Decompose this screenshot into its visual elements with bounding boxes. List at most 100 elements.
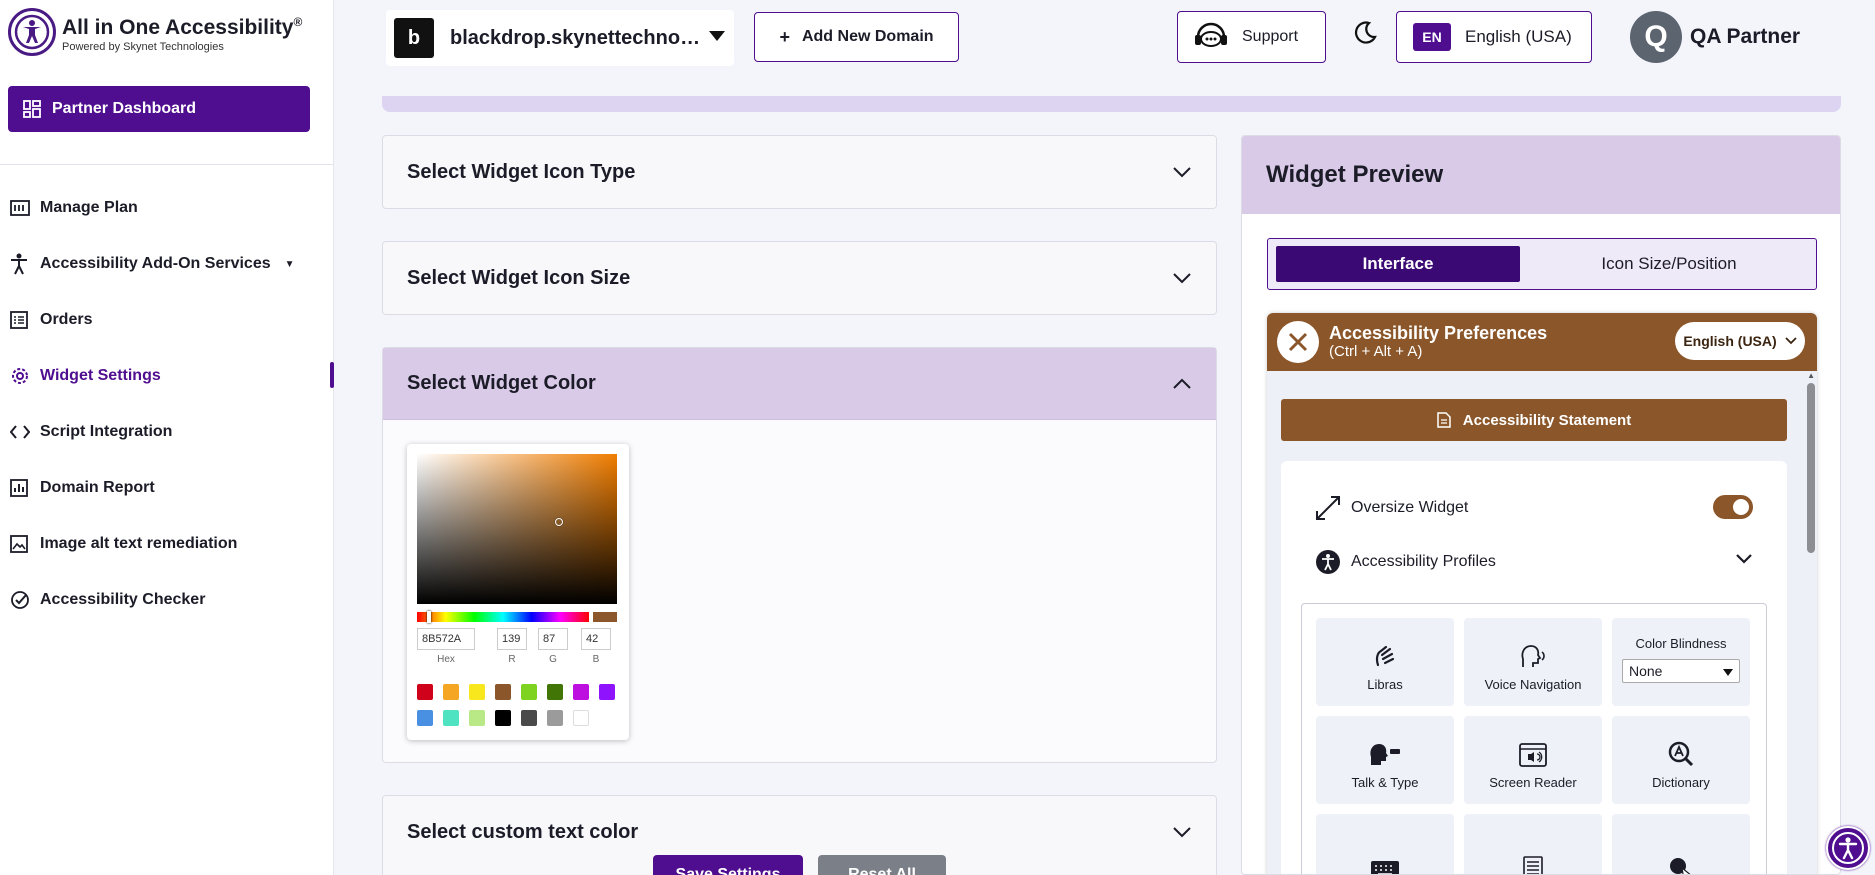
- sidebar-item-script-integration[interactable]: Script Integration: [0, 404, 334, 460]
- accessibility-profiles-row[interactable]: Accessibility Profiles: [1315, 549, 1496, 575]
- support-button[interactable]: Support: [1177, 11, 1326, 63]
- accordion-header[interactable]: Select Widget Icon Type: [383, 136, 1216, 208]
- tile-keyboard[interactable]: [1316, 814, 1454, 874]
- sidebar-item-label: Image alt text remediation: [40, 535, 238, 552]
- tile-document[interactable]: [1464, 814, 1602, 874]
- tile-talk-type[interactable]: Talk & Type: [1316, 716, 1454, 804]
- color-picker[interactable]: 8B572A Hex 139 R 87 G 42 B: [407, 444, 629, 740]
- save-settings-button[interactable]: Save Settings: [653, 855, 803, 875]
- accordion-title: Select Widget Icon Type: [407, 160, 636, 183]
- brand-subtitle: Powered by Skynet Technologies: [62, 41, 224, 53]
- sidebar-item-label: Script Integration: [40, 423, 173, 440]
- language-selector[interactable]: EN English (USA): [1396, 11, 1592, 63]
- language-label: English (USA): [1465, 27, 1572, 46]
- color-swatch[interactable]: [469, 710, 485, 726]
- r-label: R: [508, 654, 516, 665]
- color-swatch[interactable]: [443, 710, 459, 726]
- g-input[interactable]: 87: [538, 628, 568, 650]
- sidebar-item-label: Manage Plan: [40, 199, 138, 216]
- color-swatch[interactable]: [469, 684, 485, 700]
- chevron-down-icon: [1172, 826, 1192, 838]
- tile-voice-navigation[interactable]: Voice Navigation: [1464, 618, 1602, 706]
- language-code-badge: EN: [1413, 23, 1451, 51]
- accessibility-widget-launcher[interactable]: [1826, 826, 1870, 870]
- tile-libras[interactable]: Libras: [1316, 618, 1454, 706]
- partner-dashboard-label: Partner Dashboard: [52, 100, 197, 117]
- tab-icon-size-position[interactable]: Icon Size/Position: [1528, 246, 1810, 282]
- color-swatch[interactable]: [521, 684, 537, 700]
- add-new-domain-button[interactable]: + Add New Domain: [754, 12, 959, 62]
- hue-handle[interactable]: [427, 611, 431, 623]
- partner-dashboard-button[interactable]: Partner Dashboard: [8, 86, 310, 132]
- sidebar-item-label: Orders: [40, 311, 93, 328]
- scroll-up-arrow-icon[interactable]: ▲: [1807, 371, 1815, 380]
- widget-options-card: Oversize Widget Accessibility Profiles L…: [1281, 461, 1787, 874]
- domain-name: blackdrop.skynettechnologies.us: [450, 26, 702, 49]
- color-swatch[interactable]: [573, 684, 589, 700]
- hex-input[interactable]: 8B572A: [417, 628, 475, 650]
- color-swatch[interactable]: [599, 684, 615, 700]
- tile-dictionary[interactable]: Dictionary: [1612, 716, 1750, 804]
- color-swatch[interactable]: [443, 684, 459, 700]
- oversize-toggle[interactable]: [1713, 495, 1753, 519]
- sidebar-item-addon-services[interactable]: Accessibility Add-On Services ▼: [0, 236, 334, 292]
- color-swatch[interactable]: [495, 684, 511, 700]
- color-swatch[interactable]: [521, 710, 537, 726]
- dark-mode-toggle[interactable]: [1352, 20, 1378, 51]
- dictionary-search-icon: [1668, 741, 1694, 767]
- tab-interface[interactable]: Interface: [1276, 246, 1520, 282]
- accessibility-widget: Accessibility Preferences (Ctrl + Alt + …: [1267, 313, 1817, 874]
- widget-body: ▲ Accessibility Statement Oversize Widge…: [1267, 371, 1817, 874]
- accordion-widget-color[interactable]: Select Widget Color 8B572A Hex 139 R 87 …: [382, 347, 1217, 763]
- b-input[interactable]: 42: [581, 628, 611, 650]
- widget-language-selector[interactable]: English (USA): [1675, 322, 1805, 360]
- sidebar-item-orders[interactable]: Orders: [0, 292, 334, 348]
- tile-cursor[interactable]: [1612, 814, 1750, 874]
- gear-icon: [10, 366, 40, 386]
- reset-all-button[interactable]: Reset All: [818, 855, 946, 875]
- preview-title: Widget Preview: [1242, 136, 1840, 214]
- accordion-header[interactable]: Select Widget Icon Size: [383, 242, 1216, 314]
- chevron-down-icon[interactable]: [1735, 553, 1753, 565]
- domain-selector[interactable]: b blackdrop.skynettechnologies.us: [386, 10, 734, 66]
- user-menu[interactable]: Q QA Partner: [1630, 11, 1800, 63]
- sidebar-item-manage-plan[interactable]: Manage Plan: [0, 180, 334, 236]
- check-circle-icon: [10, 590, 40, 610]
- brand[interactable]: All in One Accessibility® Powered by Sky…: [8, 8, 302, 56]
- chevron-down-icon: [1172, 166, 1192, 178]
- widget-scrollbar[interactable]: [1807, 383, 1815, 553]
- color-swatch[interactable]: [547, 684, 563, 700]
- close-button[interactable]: [1277, 321, 1319, 363]
- domain-badge: b: [394, 18, 434, 58]
- r-input[interactable]: 139: [497, 628, 527, 650]
- caret-down-icon: [708, 29, 726, 47]
- accordion-title: Select Widget Color: [407, 372, 596, 394]
- accordion-icon-size[interactable]: Select Widget Icon Size: [382, 241, 1217, 315]
- saturation-handle[interactable]: [555, 518, 563, 526]
- sidebar-item-image-alt-text[interactable]: Image alt text remediation: [0, 516, 334, 572]
- saturation-panel[interactable]: [417, 454, 617, 604]
- accessibility-statement-button[interactable]: Accessibility Statement: [1281, 399, 1787, 441]
- sidebar-item-accessibility-checker[interactable]: Accessibility Checker: [0, 572, 334, 628]
- color-swatch[interactable]: [495, 710, 511, 726]
- accordion-header[interactable]: Select Widget Color: [383, 348, 1216, 420]
- sidebar-item-domain-report[interactable]: Domain Report: [0, 460, 334, 516]
- tile-screen-reader[interactable]: Screen Reader: [1464, 716, 1602, 804]
- g-field: 87 G: [538, 628, 568, 665]
- statement-label: Accessibility Statement: [1462, 411, 1632, 429]
- sign-language-icon: [1372, 643, 1398, 669]
- color-swatch[interactable]: [417, 684, 433, 700]
- hue-slider[interactable]: [417, 611, 589, 623]
- close-icon: [1288, 332, 1308, 352]
- color-swatch[interactable]: [573, 710, 589, 726]
- hex-label: Hex: [437, 654, 455, 665]
- color-swatch[interactable]: [417, 710, 433, 726]
- sidebar-item-widget-settings[interactable]: Widget Settings: [0, 348, 334, 404]
- color-blindness-select[interactable]: None: [1622, 659, 1740, 683]
- widget-title-text: Accessibility Preferences: [1329, 323, 1548, 343]
- talk-type-icon: [1368, 741, 1402, 767]
- accordion-icon-type[interactable]: Select Widget Icon Type: [382, 135, 1217, 209]
- color-blindness-value: None: [1629, 663, 1663, 679]
- hex-field: 8B572A Hex: [417, 628, 475, 665]
- color-swatch[interactable]: [547, 710, 563, 726]
